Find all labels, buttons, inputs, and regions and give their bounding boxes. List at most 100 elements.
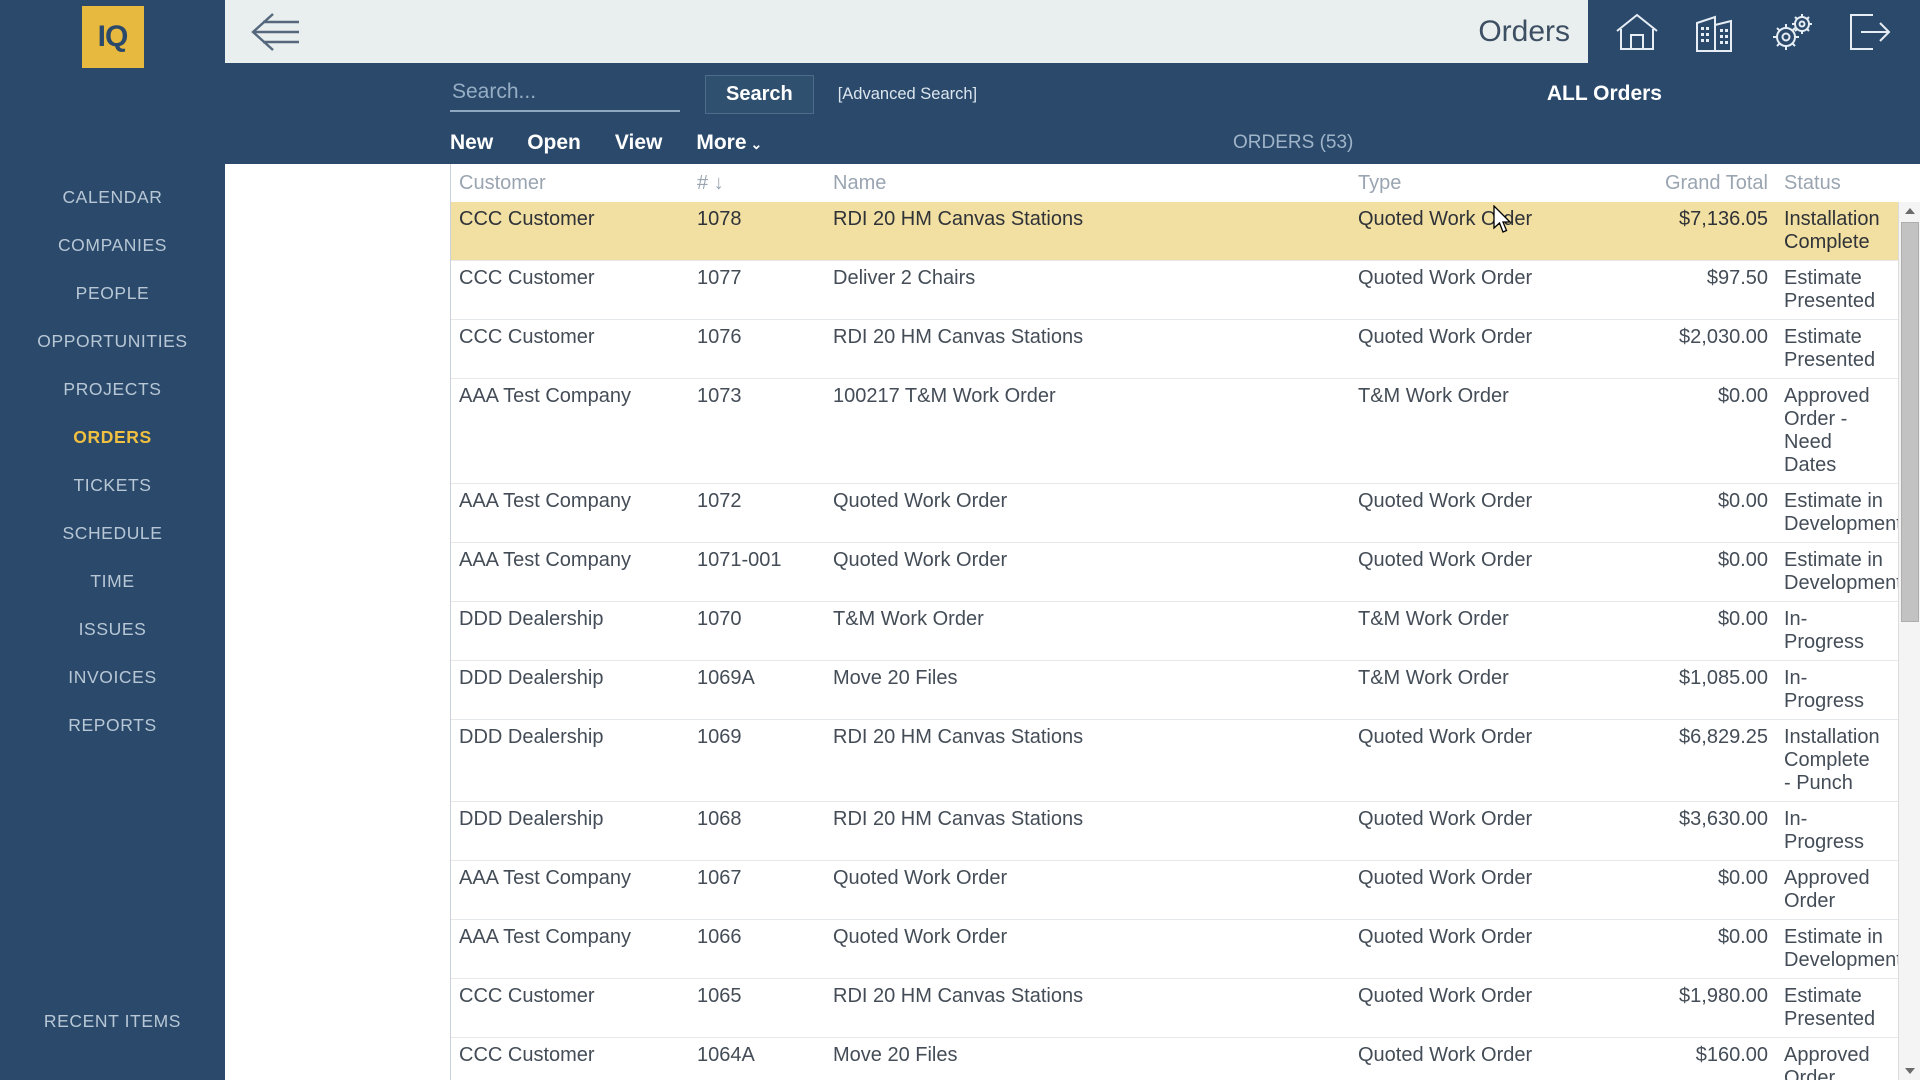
cell-name: Move 20 Files bbox=[833, 667, 958, 689]
cell-number: 1071-001 bbox=[697, 549, 782, 571]
recent-items-label[interactable]: RECENT ITEMS bbox=[0, 1011, 225, 1032]
column-header-name[interactable]: Name bbox=[833, 172, 1358, 195]
gears-icon[interactable] bbox=[1754, 0, 1832, 65]
app-logo-text: IQ bbox=[97, 20, 129, 53]
sidebar-item-invoices[interactable]: INVOICES bbox=[0, 653, 225, 701]
cell-status: Estimate in Development bbox=[1784, 926, 1902, 971]
cell-status: Estimate in Development bbox=[1784, 549, 1902, 594]
sidebar-item-companies[interactable]: COMPANIES bbox=[0, 221, 225, 269]
scrollbar-thumb[interactable] bbox=[1901, 222, 1919, 622]
table-scrollbar[interactable] bbox=[1898, 202, 1920, 1080]
logout-icon[interactable] bbox=[1832, 0, 1910, 65]
cell-name: RDI 20 HM Canvas Stations bbox=[833, 808, 1084, 830]
application-root: IQ CALENDAR COMPANIES PEOPLE OPPORTUNITIES P… bbox=[0, 0, 1920, 1080]
sidebar-item-reports[interactable]: REPORTS bbox=[0, 701, 225, 749]
search-button[interactable]: Search bbox=[705, 74, 814, 114]
sidebar-item-issues[interactable]: ISSUES bbox=[0, 605, 225, 653]
table-row[interactable]: CCC Customer 1078 RDI 20 HM Canvas Station… bbox=[451, 202, 1920, 261]
search-input[interactable] bbox=[450, 76, 680, 112]
sidebar-item-label: COMPANIES bbox=[57, 234, 168, 255]
cell-type: Quoted Work Order bbox=[1358, 208, 1533, 230]
table-row[interactable]: CCC Customer 1076 RDI 20 HM Canvas Station… bbox=[451, 320, 1920, 379]
sidebar-item-label: PEOPLE bbox=[75, 282, 150, 303]
cell-status: Estimate Presented bbox=[1784, 326, 1876, 371]
filter-label[interactable]: ALL Orders bbox=[1547, 82, 1662, 106]
sidebar-item-schedule[interactable]: SCHEDULE bbox=[0, 509, 225, 557]
cell-number: 1069A bbox=[697, 667, 755, 689]
table-row[interactable]: AAA Test Company 1066 Quoted Work Order Quo… bbox=[451, 920, 1920, 979]
cell-grand-total: $3,630.00 bbox=[1679, 808, 1768, 830]
cell-number: 1073 bbox=[697, 385, 742, 407]
back-arrow-icon[interactable] bbox=[247, 10, 305, 54]
sidebar-item-label: CALENDAR bbox=[62, 186, 163, 207]
cell-name: RDI 20 HM Canvas Stations bbox=[833, 208, 1084, 230]
cell-grand-total: $1,980.00 bbox=[1679, 985, 1768, 1007]
cell-number: 1064A bbox=[697, 1044, 755, 1066]
cell-customer: AAA Test Company bbox=[459, 867, 631, 889]
table-row[interactable]: CCC Customer 1077 Deliver 2 Chairs Quoted W… bbox=[451, 261, 1920, 320]
cell-customer: DDD Dealership bbox=[459, 667, 604, 689]
chevron-down-icon: ⌄ bbox=[750, 136, 763, 152]
cell-type: T&M Work Order bbox=[1358, 385, 1509, 407]
action-view-button[interactable]: View bbox=[615, 131, 662, 155]
table-row[interactable]: DDD Dealership 1070 T&M Work Order T&M Work… bbox=[451, 602, 1920, 661]
table-row[interactable]: AAA Test Company 1067 Quoted Work Order Quo… bbox=[451, 861, 1920, 920]
table-row[interactable]: DDD Dealership 1069A Move 20 Files T&M Work… bbox=[451, 661, 1920, 720]
sidebar-item-label: REPORTS bbox=[68, 714, 157, 735]
app-logo[interactable]: IQ bbox=[81, 6, 144, 68]
action-bar: New Open View More ⌄ ORDERS (53) bbox=[225, 122, 1920, 164]
action-label: View bbox=[614, 131, 663, 154]
table-row[interactable]: AAA Test Company 1071-001 Quoted Work Orde… bbox=[451, 543, 1920, 602]
column-header-status[interactable]: Status bbox=[1776, 172, 1880, 195]
column-header-grand-total[interactable]: Grand Total bbox=[1610, 172, 1776, 195]
table-row[interactable]: AAA Test Company 1073 100217 T&M Work Orde… bbox=[451, 379, 1920, 484]
sidebar-item-label: INVOICES bbox=[68, 666, 157, 687]
building-icon[interactable] bbox=[1676, 0, 1754, 65]
action-more-button[interactable]: More ⌄ bbox=[696, 131, 762, 155]
sidebar-item-tickets[interactable]: TICKETS bbox=[0, 461, 225, 509]
scroll-down-icon[interactable] bbox=[1899, 1062, 1920, 1080]
sidebar-item-people[interactable]: PEOPLE bbox=[0, 269, 225, 317]
home-icon[interactable] bbox=[1598, 0, 1676, 65]
cell-number: 1068 bbox=[697, 808, 742, 830]
cell-customer: AAA Test Company bbox=[459, 926, 631, 948]
action-new-button[interactable]: New bbox=[450, 131, 493, 155]
table-row[interactable]: DDD Dealership 1068 RDI 20 HM Canvas Stati… bbox=[451, 802, 1920, 861]
scroll-up-icon[interactable] bbox=[1899, 202, 1920, 220]
cell-number: 1072 bbox=[697, 490, 742, 512]
column-header-number[interactable]: # ↓ bbox=[697, 172, 833, 195]
cell-grand-total: $0.00 bbox=[1717, 549, 1768, 571]
sidebar-item-projects[interactable]: PROJECTS bbox=[0, 365, 225, 413]
column-header-customer[interactable]: Customer bbox=[451, 172, 697, 195]
cell-grand-total: $7,136.05 bbox=[1679, 208, 1768, 230]
column-header-type[interactable]: Type bbox=[1358, 172, 1610, 195]
sidebar-item-opportunities[interactable]: OPPORTUNITIES bbox=[0, 317, 225, 365]
action-open-button[interactable]: Open bbox=[527, 131, 581, 155]
table-row[interactable]: CCC Customer 1065 RDI 20 HM Canvas Station… bbox=[451, 979, 1920, 1038]
action-label: Open bbox=[527, 131, 581, 154]
cell-customer: CCC Customer bbox=[459, 1044, 595, 1066]
table-row[interactable]: AAA Test Company 1072 Quoted Work Order Quo… bbox=[451, 484, 1920, 543]
search-bar: Search [Advanced Search] ALL Orders bbox=[225, 66, 1920, 122]
table-row[interactable]: DDD Dealership 1069 RDI 20 HM Canvas Stati… bbox=[451, 720, 1920, 802]
cell-number: 1070 bbox=[697, 608, 742, 630]
cell-type: Quoted Work Order bbox=[1358, 926, 1533, 948]
sidebar-nav: CALENDAR COMPANIES PEOPLE OPPORTUNITIES PROJ… bbox=[0, 173, 225, 749]
sidebar-item-calendar[interactable]: CALENDAR bbox=[0, 173, 225, 221]
cell-name: Quoted Work Order bbox=[833, 549, 1008, 571]
advanced-search-link[interactable]: [Advanced Search] bbox=[838, 85, 977, 104]
table-row[interactable]: CCC Customer 1064A Move 20 Files Quoted Wor… bbox=[451, 1038, 1920, 1080]
cell-name: T&M Work Order bbox=[833, 608, 984, 630]
top-bar: Orders bbox=[225, 0, 1920, 66]
sidebar-item-orders[interactable]: ORDERS bbox=[0, 413, 225, 461]
cell-type: Quoted Work Order bbox=[1358, 326, 1533, 348]
sidebar-item-time[interactable]: TIME bbox=[0, 557, 225, 605]
sidebar-item-label: ORDERS bbox=[73, 426, 152, 447]
cell-type: T&M Work Order bbox=[1358, 608, 1509, 630]
cell-name: Quoted Work Order bbox=[833, 490, 1008, 512]
header-icon-strip bbox=[1588, 0, 1920, 65]
cell-grand-total: $97.50 bbox=[1706, 267, 1768, 289]
cell-customer: AAA Test Company bbox=[459, 490, 631, 512]
cell-grand-total: $160.00 bbox=[1695, 1044, 1768, 1066]
orders-table: Customer # ↓ Name Type Grand Total Statu… bbox=[450, 164, 1920, 1080]
